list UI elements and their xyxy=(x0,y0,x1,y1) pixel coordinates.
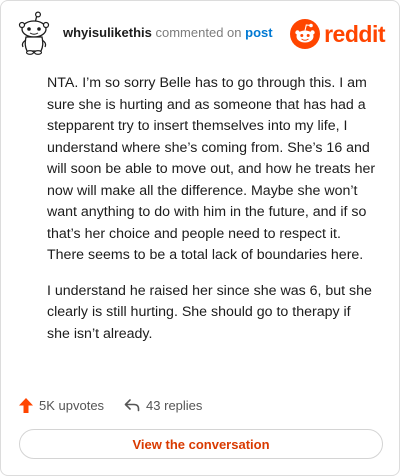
comment-byline: whyisulikethis commented on post xyxy=(63,25,273,41)
snoo-avatar-icon[interactable] xyxy=(15,11,55,55)
replies-button[interactable]: 43 replies xyxy=(124,398,202,413)
username-link[interactable]: whyisulikethis xyxy=(63,25,152,40)
reddit-wordmark: reddit xyxy=(324,21,385,47)
comment-paragraph: I understand he raised her since she was… xyxy=(47,282,372,342)
commented-on-text: commented on xyxy=(155,25,242,40)
comment-paragraph: NTA. I’m so sorry Belle has to go throug… xyxy=(47,75,376,263)
comment-card: whyisulikethis commented on post reddit … xyxy=(0,0,400,476)
upvote-button[interactable]: 5K upvotes xyxy=(19,397,105,413)
reply-count: 43 replies xyxy=(146,397,203,413)
comment-actions: 5K upvotes 43 replies xyxy=(19,393,202,417)
comment-header: whyisulikethis commented on post reddit xyxy=(15,11,387,55)
view-conversation-button[interactable]: View the conversation xyxy=(19,429,383,459)
reddit-alien-icon xyxy=(290,19,321,49)
post-link[interactable]: post xyxy=(245,25,272,40)
comment-body: NTA. I’m so sorry Belle has to go throug… xyxy=(47,73,377,359)
upvote-arrow-icon xyxy=(19,397,33,413)
reply-arrow-icon xyxy=(124,399,140,412)
upvote-count: 5K upvotes xyxy=(39,397,105,413)
reddit-logo[interactable]: reddit xyxy=(290,19,385,49)
